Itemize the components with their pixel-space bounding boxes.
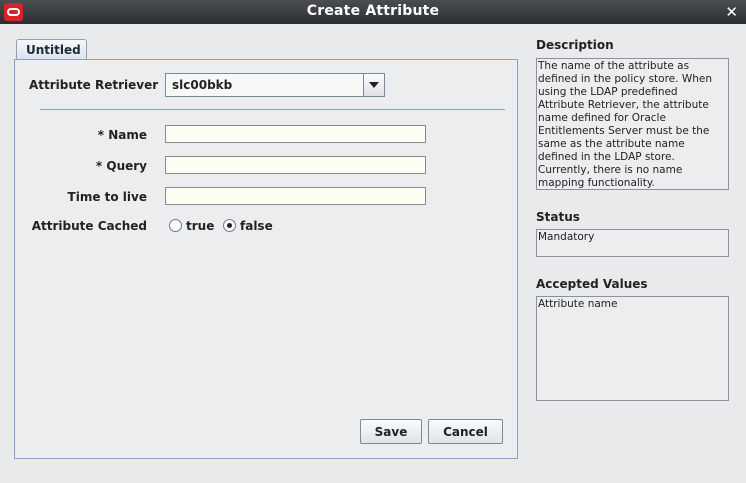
form-panel <box>14 59 518 459</box>
window-title: Create Attribute <box>306 3 440 19</box>
attribute-retriever-value: slc00bkb <box>172 78 233 92</box>
tab-untitled[interactable]: Untitled <box>16 39 87 60</box>
close-icon[interactable]: ✕ <box>725 3 738 21</box>
attribute-retriever-select[interactable]: slc00bkb <box>165 73 385 97</box>
name-label: * Name <box>97 128 147 142</box>
accepted-values-title: Accepted Values <box>536 277 648 291</box>
cached-false-radio[interactable] <box>223 219 236 232</box>
query-label: * Query <box>95 159 147 173</box>
attribute-cached-label: Attribute Cached <box>31 219 147 233</box>
cached-true-radio[interactable] <box>169 219 182 232</box>
description-title: Description <box>536 38 614 52</box>
cached-true-label[interactable]: true <box>186 219 214 233</box>
cached-false-label[interactable]: false <box>240 219 273 233</box>
attribute-retriever-label: Attribute Retriever <box>29 78 159 92</box>
name-field[interactable] <box>165 125 426 143</box>
cancel-button[interactable]: Cancel <box>428 419 503 444</box>
title-bar: Create Attribute ✕ <box>0 0 746 24</box>
description-box: The name of the attribute as defined in … <box>536 58 729 190</box>
save-button[interactable]: Save <box>360 419 422 444</box>
status-box: Mandatory <box>536 229 729 257</box>
status-title: Status <box>536 210 580 224</box>
accepted-values-box: Attribute name <box>536 296 729 401</box>
time-to-live-label: Time to live <box>67 190 147 204</box>
query-field[interactable] <box>165 156 426 174</box>
separator <box>40 109 505 110</box>
chevron-down-icon[interactable] <box>363 74 384 96</box>
time-to-live-field[interactable] <box>165 187 426 205</box>
